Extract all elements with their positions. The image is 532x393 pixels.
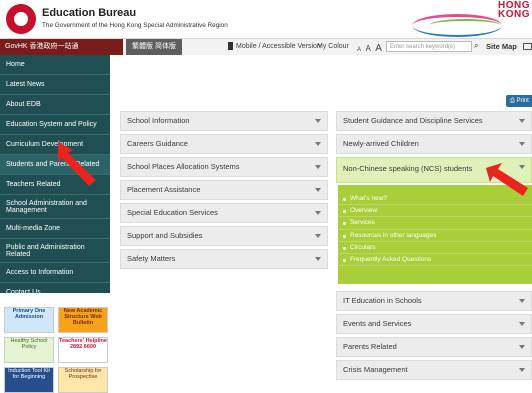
red-arrow-icon — [486, 163, 528, 196]
annotation-arrows — [58, 142, 528, 196]
red-arrow-icon — [58, 142, 96, 186]
